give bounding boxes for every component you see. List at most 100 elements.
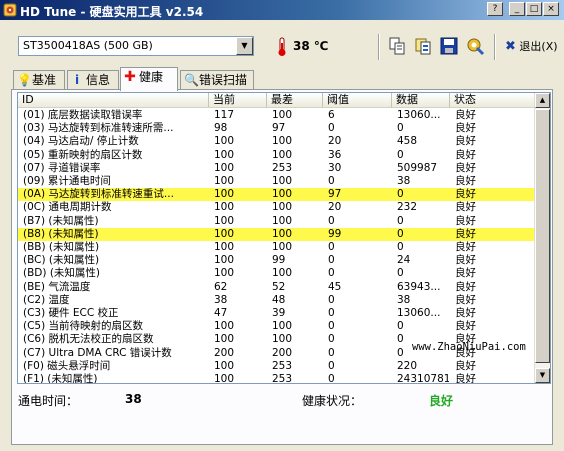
- cell-current: 100: [214, 254, 235, 267]
- cell-current: 38: [214, 293, 228, 306]
- maximize-button[interactable]: □: [526, 2, 542, 16]
- cell-id: (F1) (未知属性): [23, 373, 98, 384]
- title-bar: HD Tune - 硬盘实用工具 v2.54 ? _ □ ×: [0, 0, 564, 20]
- table-row[interactable]: (0A) 马达旋转到标准转速重试... 100 100 97 0 良好: [18, 188, 538, 202]
- cell-threshold: 0: [328, 214, 335, 227]
- table-row[interactable]: (05) 重新映射的扇区计数 100 100 36 0 良好: [18, 149, 538, 162]
- cell-worst: 100: [272, 135, 293, 148]
- window-title: HD Tune - 硬盘实用工具 v2.54: [20, 5, 204, 19]
- column-header-current[interactable]: 当前: [209, 93, 267, 108]
- cell-status: 良好: [455, 161, 476, 174]
- cell-current: 100: [214, 201, 235, 214]
- cell-status: 良好: [455, 320, 476, 333]
- watermark: www.ZhaoNiuPai.com: [412, 341, 526, 353]
- tab-label: 信息: [86, 73, 111, 87]
- column-header-data[interactable]: 数据: [392, 93, 450, 108]
- cell-data: 13060...: [397, 109, 441, 121]
- table-row[interactable]: (F1) (未知属性) 100 253 0 24310781 良好: [18, 373, 538, 384]
- cell-status: 良好: [455, 188, 476, 201]
- drive-select[interactable]: ST3500418AS (500 GB) ▼: [18, 36, 254, 56]
- tab-info[interactable]: i 信息: [67, 70, 119, 90]
- column-header-worst[interactable]: 最差: [267, 93, 323, 108]
- tab-error-scan[interactable]: 🔍错误扫描: [180, 70, 254, 90]
- options-icon[interactable]: [465, 36, 485, 56]
- cell-worst: 253: [272, 161, 293, 174]
- cell-worst: 100: [272, 241, 293, 253]
- table-row[interactable]: (BB) (未知属性) 100 100 0 0 良好: [18, 241, 538, 254]
- table-row[interactable]: (C5) 当前待映射的扇区数 100 100 0 0 良好: [18, 320, 538, 333]
- table-row[interactable]: (F0) 磁头悬浮时间 100 253 0 220 良好: [18, 360, 538, 373]
- cell-threshold: 36: [328, 148, 342, 161]
- column-header-id[interactable]: ID: [18, 93, 209, 108]
- copy-icon[interactable]: [387, 36, 407, 56]
- scroll-up-icon[interactable]: ▲: [535, 93, 550, 108]
- cell-data: 24310781: [397, 373, 449, 384]
- cell-status: 良好: [455, 175, 476, 187]
- table-row[interactable]: (07) 寻道错误率 100 253 30 509987 良好: [18, 162, 538, 175]
- cell-status: 良好: [455, 122, 476, 135]
- cell-data: 509987: [397, 161, 438, 174]
- table-row[interactable]: (0C) 通电周期计数 100 100 20 232 良好: [18, 201, 538, 214]
- table-row[interactable]: (BE) 气流温度 62 52 45 63943... 良好: [18, 281, 538, 294]
- cell-worst: 100: [272, 214, 293, 227]
- table-row[interactable]: (B7) (未知属性) 100 100 0 0 良好: [18, 215, 538, 228]
- cell-threshold: 0: [328, 175, 335, 187]
- cell-data: 13060...: [397, 307, 441, 319]
- column-header-threshold[interactable]: 阈值: [323, 93, 392, 108]
- copy-all-icon[interactable]: [413, 36, 433, 56]
- vertical-scrollbar[interactable]: ▲ ▼: [534, 93, 550, 383]
- tab-label: 基准: [32, 73, 57, 87]
- cell-id: (B7) (未知属性): [23, 214, 99, 227]
- cell-current: 100: [214, 175, 235, 187]
- table-row[interactable]: (01) 底层数据读取错误率 117 100 6 13060... 良好: [18, 109, 538, 122]
- cell-worst: 48: [272, 293, 286, 306]
- toolbar: ST3500418AS (500 GB) ▼ 38 ℃ ✖ 退出(X): [0, 20, 564, 66]
- cell-current: 100: [214, 227, 235, 240]
- exit-button[interactable]: ✖ 退出(X): [505, 38, 558, 54]
- cell-status: 良好: [455, 201, 476, 214]
- health-status-label: 健康状况：: [302, 394, 363, 408]
- table-row[interactable]: (BD) (未知属性) 100 100 0 0 良好: [18, 267, 538, 280]
- table-row[interactable]: (B8) (未知属性) 100 100 99 0 良好: [18, 227, 538, 241]
- column-header-status[interactable]: 状态: [450, 93, 538, 108]
- cell-current: 62: [214, 280, 228, 293]
- table-row[interactable]: (C3) 硬件 ECC 校正 47 39 0 13060... 良好: [18, 307, 538, 320]
- scrollbar-thumb[interactable]: [535, 109, 550, 363]
- cell-threshold: 30: [328, 161, 342, 174]
- table-row[interactable]: (BC) (未知属性) 100 99 0 24 良好: [18, 254, 538, 267]
- cell-worst: 253: [272, 359, 293, 372]
- table-row[interactable]: (04) 马达启动/ 停止计数 100 100 20 458 良好: [18, 135, 538, 148]
- cell-current: 100: [214, 373, 235, 384]
- cell-worst: 99: [272, 254, 286, 267]
- cell-worst: 100: [272, 175, 293, 187]
- tab-health[interactable]: ✚ 健康: [120, 67, 178, 91]
- table-row[interactable]: (09) 累计通电时间 100 100 0 38 良好: [18, 175, 538, 188]
- cell-id: (C3) 硬件 ECC 校正: [23, 307, 119, 319]
- table-row[interactable]: (03) 马达旋转到标准转速所需... 98 97 0 0 良好: [18, 122, 538, 135]
- cell-id: (01) 底层数据读取错误率: [23, 109, 143, 121]
- cell-status: 良好: [455, 214, 476, 227]
- cell-id: (F0) 磁头悬浮时间: [23, 359, 111, 372]
- table-row[interactable]: (C2) 温度 38 48 0 38 良好: [18, 294, 538, 307]
- cell-data: 0: [397, 320, 404, 333]
- cell-worst: 100: [272, 109, 293, 121]
- save-icon[interactable]: [439, 36, 459, 56]
- cell-id: (B8) (未知属性): [23, 227, 99, 240]
- cell-threshold: 0: [328, 241, 335, 253]
- cell-current: 117: [214, 109, 235, 121]
- cell-data: 38: [397, 293, 411, 306]
- scroll-down-icon[interactable]: ▼: [535, 368, 550, 383]
- tab-benchmark[interactable]: 💡基准: [13, 70, 65, 90]
- cell-worst: 52: [272, 280, 286, 293]
- cell-current: 100: [214, 241, 235, 253]
- health-cross-icon: ✚: [124, 69, 136, 85]
- cell-threshold: 97: [328, 188, 342, 201]
- chevron-down-icon[interactable]: ▼: [236, 37, 253, 55]
- cell-current: 98: [214, 122, 228, 135]
- power-on-time-value: 38: [125, 392, 142, 406]
- cell-data: 24: [397, 254, 411, 267]
- help-button[interactable]: ?: [487, 2, 503, 16]
- cell-current: 100: [214, 320, 235, 333]
- minimize-button[interactable]: _: [509, 2, 525, 16]
- close-button[interactable]: ×: [543, 2, 559, 16]
